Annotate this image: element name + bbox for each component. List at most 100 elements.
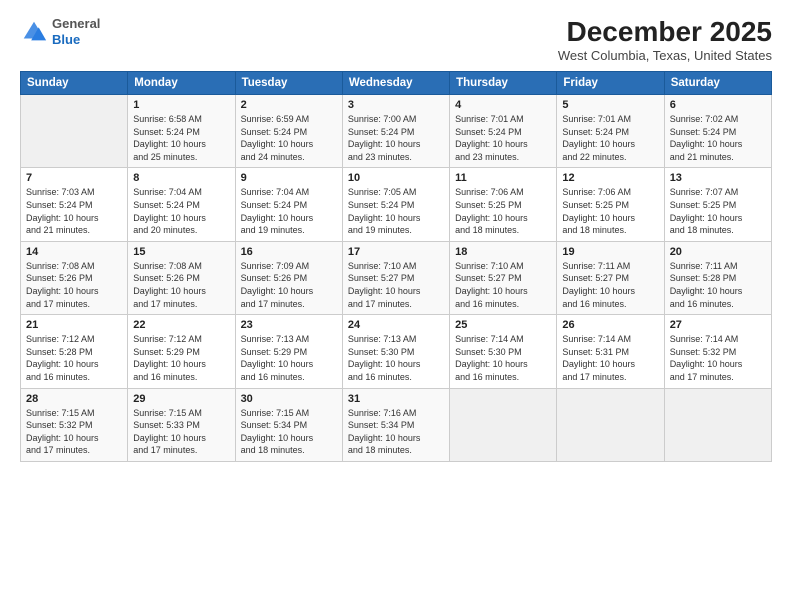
day-info: Sunrise: 7:15 AMSunset: 5:32 PMDaylight:… xyxy=(26,407,122,457)
table-row: 4Sunrise: 7:01 AMSunset: 5:24 PMDaylight… xyxy=(450,95,557,168)
day-number: 2 xyxy=(241,99,337,111)
logo-general-text: General xyxy=(52,16,100,31)
day-info: Sunrise: 6:58 AMSunset: 5:24 PMDaylight:… xyxy=(133,113,229,163)
day-info: Sunrise: 7:06 AMSunset: 5:25 PMDaylight:… xyxy=(562,186,658,236)
table-row: 28 Sunrise: 7:15 AMSunset: 5:32 PMDayligh… xyxy=(21,388,128,461)
day-info: Sunrise: 7:03 AMSunset: 5:24 PMDaylight:… xyxy=(26,186,122,236)
calendar-week-3: 14 Sunrise: 7:08 AMSunset: 5:26 PMDayligh… xyxy=(21,241,772,314)
table-row: 13 Sunrise: 7:07 AMSunset: 5:25 PMDayligh… xyxy=(664,168,771,241)
day-number: 6 xyxy=(670,99,766,111)
day-number: 10 xyxy=(348,172,444,184)
table-row xyxy=(664,388,771,461)
day-number: 3 xyxy=(348,99,444,111)
table-row: 29Sunrise: 7:15 AMSunset: 5:33 PMDayligh… xyxy=(128,388,235,461)
table-row: 24 Sunrise: 7:13 AMSunset: 5:30 PMDayligh… xyxy=(342,315,449,388)
table-row: 6 Sunrise: 7:02 AMSunset: 5:24 PMDaylight… xyxy=(664,95,771,168)
day-info: Sunrise: 7:12 AMSunset: 5:29 PMDaylight:… xyxy=(133,333,229,383)
day-number: 25 xyxy=(455,319,551,331)
day-number: 12 xyxy=(562,172,658,184)
day-info: Sunrise: 7:11 AMSunset: 5:27 PMDaylight:… xyxy=(562,260,658,310)
table-row: 16 Sunrise: 7:09 AMSunset: 5:26 PMDayligh… xyxy=(235,241,342,314)
col-wednesday: Wednesday xyxy=(342,72,449,95)
day-info: Sunrise: 7:14 AMSunset: 5:32 PMDaylight:… xyxy=(670,333,766,383)
table-row: 19 Sunrise: 7:11 AMSunset: 5:27 PMDayligh… xyxy=(557,241,664,314)
day-info: Sunrise: 7:06 AMSunset: 5:25 PMDaylight:… xyxy=(455,186,551,236)
day-info: Sunrise: 7:08 AMSunset: 5:26 PMDaylight:… xyxy=(133,260,229,310)
day-info: Sunrise: 6:59 AMSunset: 5:24 PMDaylight:… xyxy=(241,113,337,163)
table-row: 1 Sunrise: 6:58 AMSunset: 5:24 PMDaylight… xyxy=(128,95,235,168)
calendar-week-1: 1 Sunrise: 6:58 AMSunset: 5:24 PMDaylight… xyxy=(21,95,772,168)
table-row: 12 Sunrise: 7:06 AMSunset: 5:25 PMDayligh… xyxy=(557,168,664,241)
table-row xyxy=(21,95,128,168)
day-number: 15 xyxy=(133,246,229,258)
calendar-page: General Blue December 2025 West Columbia… xyxy=(0,0,792,612)
day-number: 1 xyxy=(133,99,229,111)
day-number: 31 xyxy=(348,393,444,405)
table-row: 22 Sunrise: 7:12 AMSunset: 5:29 PMDayligh… xyxy=(128,315,235,388)
day-info: Sunrise: 7:12 AMSunset: 5:28 PMDaylight:… xyxy=(26,333,122,383)
calendar-header-row: Sunday Monday Tuesday Wednesday Thursday… xyxy=(21,72,772,95)
day-number: 8 xyxy=(133,172,229,184)
day-info: Sunrise: 7:16 AMSunset: 5:34 PMDaylight:… xyxy=(348,407,444,457)
table-row: 31 Sunrise: 7:16 AMSunset: 5:34 PMDayligh… xyxy=(342,388,449,461)
day-number: 16 xyxy=(241,246,337,258)
day-number: 13 xyxy=(670,172,766,184)
month-year-title: December 2025 xyxy=(558,16,772,48)
table-row: 25Sunrise: 7:14 AMSunset: 5:30 PMDayligh… xyxy=(450,315,557,388)
day-info: Sunrise: 7:04 AMSunset: 5:24 PMDaylight:… xyxy=(241,186,337,236)
day-number: 27 xyxy=(670,319,766,331)
table-row: 11Sunrise: 7:06 AMSunset: 5:25 PMDayligh… xyxy=(450,168,557,241)
day-info: Sunrise: 7:01 AMSunset: 5:24 PMDaylight:… xyxy=(562,113,658,163)
day-number: 21 xyxy=(26,319,122,331)
table-row: 18 Sunrise: 7:10 AMSunset: 5:27 PMDayligh… xyxy=(450,241,557,314)
table-row: 21 Sunrise: 7:12 AMSunset: 5:28 PMDayligh… xyxy=(21,315,128,388)
day-number: 24 xyxy=(348,319,444,331)
calendar-table: Sunday Monday Tuesday Wednesday Thursday… xyxy=(20,71,772,462)
table-row xyxy=(557,388,664,461)
day-info: Sunrise: 7:02 AMSunset: 5:24 PMDaylight:… xyxy=(670,113,766,163)
day-number: 17 xyxy=(348,246,444,258)
col-tuesday: Tuesday xyxy=(235,72,342,95)
calendar-week-5: 28 Sunrise: 7:15 AMSunset: 5:32 PMDayligh… xyxy=(21,388,772,461)
day-info: Sunrise: 7:09 AMSunset: 5:26 PMDaylight:… xyxy=(241,260,337,310)
calendar-week-4: 21 Sunrise: 7:12 AMSunset: 5:28 PMDayligh… xyxy=(21,315,772,388)
day-number: 4 xyxy=(455,99,551,111)
table-row: 2 Sunrise: 6:59 AMSunset: 5:24 PMDaylight… xyxy=(235,95,342,168)
day-number: 22 xyxy=(133,319,229,331)
table-row xyxy=(450,388,557,461)
day-info: Sunrise: 7:10 AMSunset: 5:27 PMDaylight:… xyxy=(455,260,551,310)
day-info: Sunrise: 7:04 AMSunset: 5:24 PMDaylight:… xyxy=(133,186,229,236)
day-info: Sunrise: 7:13 AMSunset: 5:29 PMDaylight:… xyxy=(241,333,337,383)
day-number: 28 xyxy=(26,393,122,405)
table-row: 30Sunrise: 7:15 AMSunset: 5:34 PMDayligh… xyxy=(235,388,342,461)
table-row: 26Sunrise: 7:14 AMSunset: 5:31 PMDayligh… xyxy=(557,315,664,388)
day-info: Sunrise: 7:07 AMSunset: 5:25 PMDaylight:… xyxy=(670,186,766,236)
day-number: 18 xyxy=(455,246,551,258)
day-info: Sunrise: 7:10 AMSunset: 5:27 PMDaylight:… xyxy=(348,260,444,310)
day-number: 29 xyxy=(133,393,229,405)
day-info: Sunrise: 7:11 AMSunset: 5:28 PMDaylight:… xyxy=(670,260,766,310)
col-saturday: Saturday xyxy=(664,72,771,95)
day-number: 9 xyxy=(241,172,337,184)
table-row: 10 Sunrise: 7:05 AMSunset: 5:24 PMDayligh… xyxy=(342,168,449,241)
table-row: 23 Sunrise: 7:13 AMSunset: 5:29 PMDayligh… xyxy=(235,315,342,388)
day-info: Sunrise: 7:00 AMSunset: 5:24 PMDaylight:… xyxy=(348,113,444,163)
table-row: 14Sunrise: 7:08 AMSunset: 5:26 PMDayligh… xyxy=(21,241,128,314)
table-row: 8 Sunrise: 7:04 AMSunset: 5:24 PMDaylight… xyxy=(128,168,235,241)
day-number: 7 xyxy=(26,172,122,184)
day-number: 26 xyxy=(562,319,658,331)
day-number: 19 xyxy=(562,246,658,258)
logo-blue-text: Blue xyxy=(52,32,80,47)
day-number: 20 xyxy=(670,246,766,258)
day-number: 14 xyxy=(26,246,122,258)
day-info: Sunrise: 7:05 AMSunset: 5:24 PMDaylight:… xyxy=(348,186,444,236)
calendar-week-2: 7 Sunrise: 7:03 AMSunset: 5:24 PMDaylight… xyxy=(21,168,772,241)
day-number: 30 xyxy=(241,393,337,405)
day-info: Sunrise: 7:13 AMSunset: 5:30 PMDaylight:… xyxy=(348,333,444,383)
col-monday: Monday xyxy=(128,72,235,95)
day-number: 23 xyxy=(241,319,337,331)
logo: General Blue xyxy=(20,16,100,47)
page-header: General Blue December 2025 West Columbia… xyxy=(20,16,772,63)
table-row: 3 Sunrise: 7:00 AMSunset: 5:24 PMDaylight… xyxy=(342,95,449,168)
title-block: December 2025 West Columbia, Texas, Unit… xyxy=(558,16,772,63)
